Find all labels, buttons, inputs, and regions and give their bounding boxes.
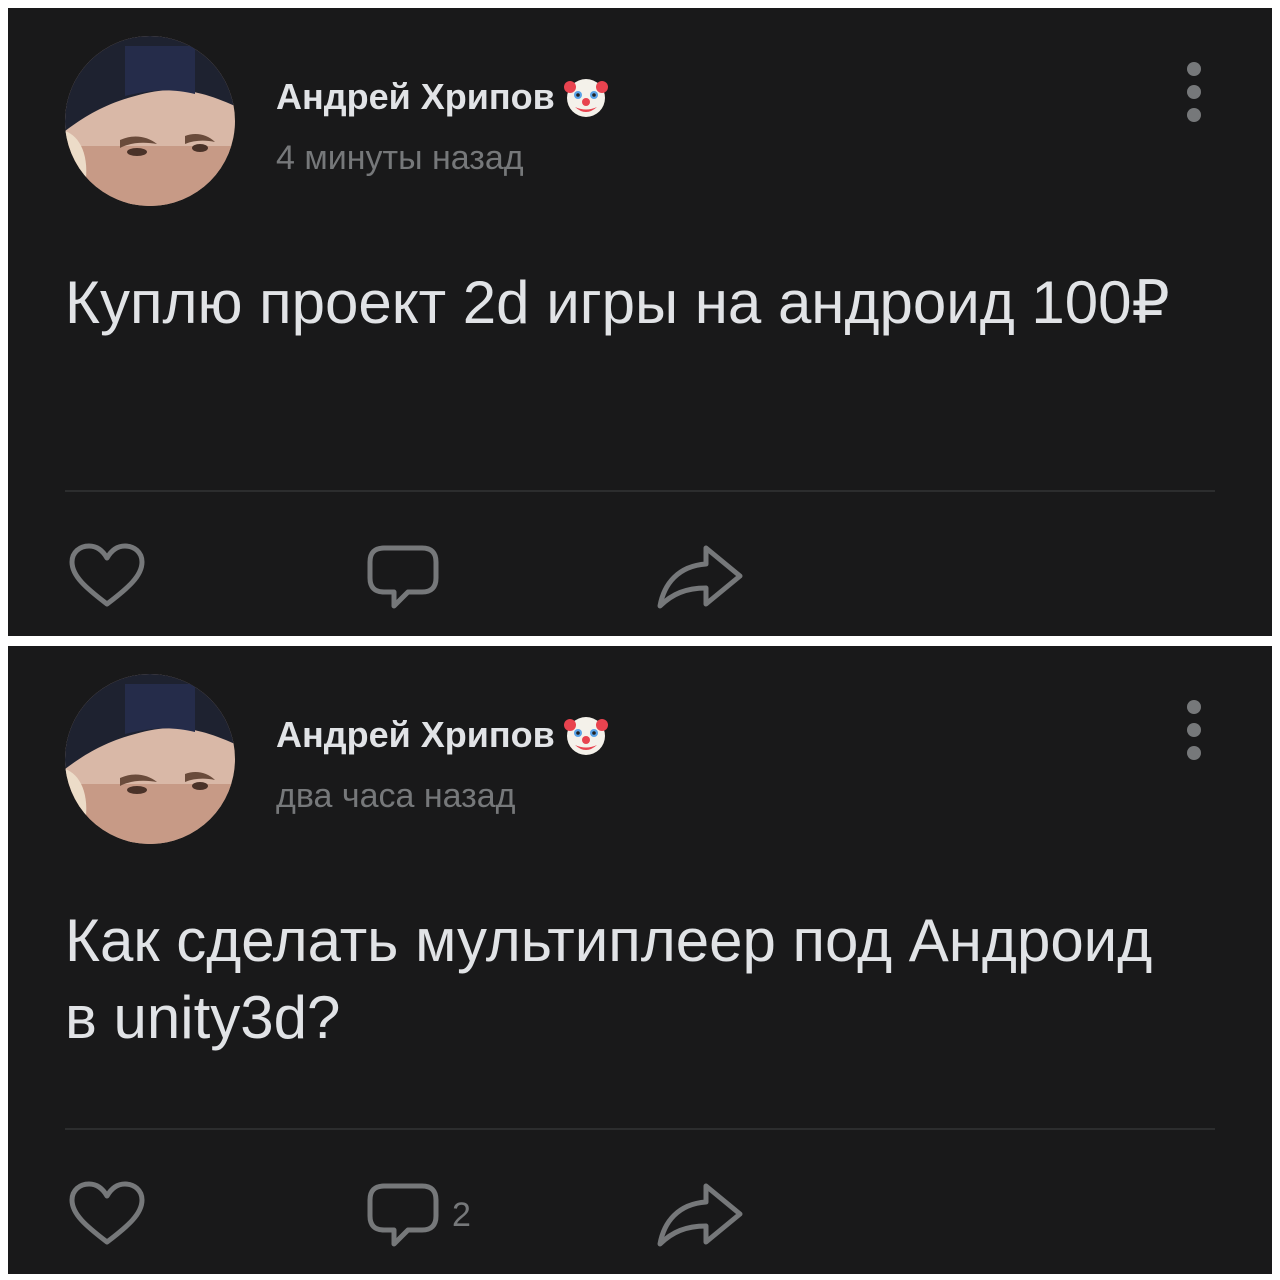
divider: [65, 490, 1215, 492]
comment-bubble-icon: [367, 1183, 439, 1247]
post-card: Андрей Хрипов два часа назад Как сделать…: [8, 646, 1272, 1274]
more-dot: [1187, 108, 1201, 122]
more-vertical-icon[interactable]: [1184, 62, 1204, 122]
heart-icon: [69, 543, 145, 607]
heart-icon: [69, 1181, 145, 1245]
post-card: Андрей Хрипов 4 минуты назад Куплю проек…: [8, 8, 1272, 636]
avatar[interactable]: [65, 36, 235, 206]
clown-face-icon: [563, 74, 609, 120]
more-dot: [1187, 723, 1201, 737]
more-dot: [1187, 62, 1201, 76]
more-dot: [1187, 746, 1201, 760]
post-text: Как сделать мультиплеер под Андроид в un…: [65, 907, 1153, 1051]
divider: [65, 1128, 1215, 1130]
author-name-text: Андрей Хрипов: [276, 76, 555, 117]
comment-button[interactable]: 2: [366, 1180, 471, 1250]
share-arrow-icon: [657, 1183, 743, 1247]
clown-face-icon: [563, 712, 609, 758]
post-time: 4 минуты назад: [276, 139, 524, 177]
more-dot: [1187, 85, 1201, 99]
avatar[interactable]: [65, 674, 235, 844]
comment-count: 2: [452, 1195, 471, 1234]
like-button[interactable]: [66, 542, 148, 612]
share-arrow-icon: [657, 545, 743, 609]
author-name[interactable]: Андрей Хрипов: [276, 712, 609, 758]
author-name[interactable]: Андрей Хрипов: [276, 74, 609, 120]
post-text: Куплю проект 2d игры на андроид 100₽: [65, 269, 1170, 336]
share-button[interactable]: [652, 1180, 746, 1250]
avatar-photo: [65, 36, 235, 206]
more-dot: [1187, 700, 1201, 714]
more-vertical-icon[interactable]: [1184, 700, 1204, 760]
avatar-photo: [65, 674, 235, 844]
comment-button[interactable]: [366, 542, 452, 612]
post-time: два часа назад: [276, 777, 516, 815]
comment-bubble-icon: [367, 545, 439, 609]
author-name-text: Андрей Хрипов: [276, 714, 555, 755]
share-button[interactable]: [652, 542, 746, 612]
like-button[interactable]: [66, 1180, 148, 1250]
